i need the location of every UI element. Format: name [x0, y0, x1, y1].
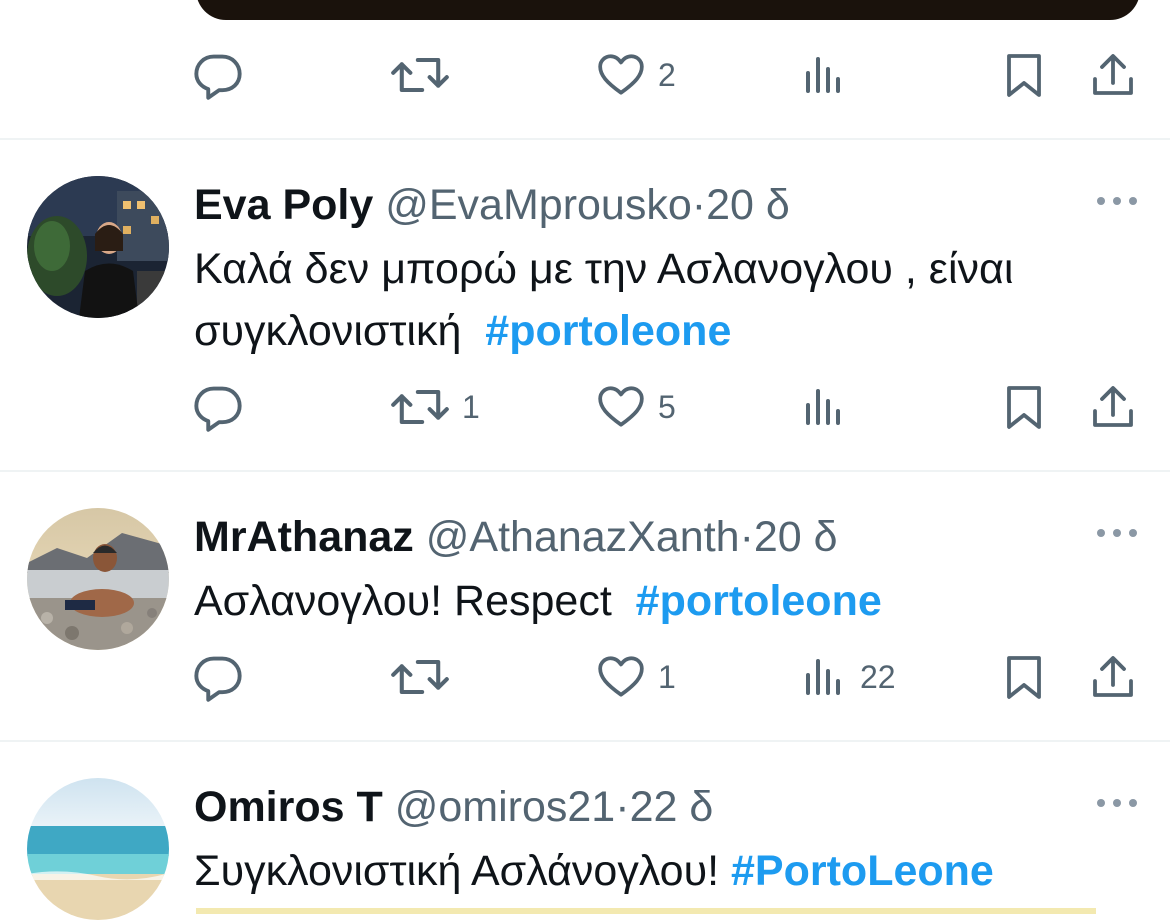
more-dots-icon[interactable]	[1093, 518, 1141, 548]
user-handle[interactable]: @AthanazXanth	[426, 513, 740, 561]
like-count: 1	[658, 658, 676, 695]
reply-icon	[192, 651, 244, 703]
tweet-actions: 1 22	[192, 642, 1142, 712]
tweet-actions: 1 5	[192, 372, 1142, 442]
display-name[interactable]: Eva Poly	[194, 181, 373, 229]
views-button[interactable]	[800, 40, 860, 110]
reply-icon	[192, 49, 244, 101]
timestamp[interactable]: 20 δ	[754, 513, 838, 561]
separator-dot: ·	[739, 513, 754, 561]
tweet-text: Ασλανογλου! Respect #portoleone	[194, 570, 1124, 632]
user-handle[interactable]: @omiros21	[395, 783, 616, 831]
display-name[interactable]: MrAthanaz	[194, 513, 414, 561]
retweet-button[interactable]	[390, 642, 462, 712]
avatar[interactable]	[27, 778, 169, 920]
heart-icon	[596, 382, 646, 432]
retweet-count: 1	[462, 388, 480, 425]
retweet-button[interactable]: 1	[390, 372, 480, 442]
bookmark-button[interactable]	[1000, 40, 1048, 110]
more-dots-icon[interactable]	[1093, 788, 1141, 818]
timestamp[interactable]: 20 δ	[706, 181, 790, 229]
reply-button[interactable]	[192, 40, 256, 110]
bar-chart-icon	[800, 383, 848, 431]
retweet-button[interactable]	[390, 40, 462, 110]
heart-icon	[596, 652, 646, 702]
bar-chart-icon	[800, 653, 848, 701]
display-name[interactable]: Omiros T	[194, 783, 383, 831]
reply-icon	[192, 381, 244, 433]
share-button[interactable]	[1089, 40, 1137, 110]
views-button[interactable]	[800, 372, 860, 442]
retweet-icon	[390, 49, 450, 101]
retweet-icon	[390, 381, 450, 433]
bookmark-icon	[1000, 50, 1048, 100]
reply-button[interactable]	[192, 642, 256, 712]
separator-dot: ·	[615, 783, 630, 831]
like-button[interactable]: 1	[596, 642, 676, 712]
previous-tweet-media[interactable]	[196, 0, 1140, 20]
separator-dot: ·	[691, 181, 707, 229]
reply-button[interactable]	[192, 372, 256, 442]
tweet-header: MrAthanaz @AthanazXanth·20 δ	[194, 512, 838, 562]
tweet-header: Eva Poly @EvaMprousko·20 δ	[194, 180, 790, 230]
tweet-body: Ασλανογλου! Respect	[194, 577, 612, 625]
bookmark-icon	[1000, 382, 1048, 432]
tweet-text: Καλά δεν μπορώ με την Ασλανογλου , είναι…	[194, 238, 1124, 362]
tweet-text: Συγκλονιστική Ασλάνογλου! #PortoLeone	[194, 840, 1124, 902]
more-dots-icon[interactable]	[1093, 186, 1141, 216]
tweet-body: Συγκλονιστική Ασλάνογλου!	[194, 847, 720, 895]
share-upload-icon	[1089, 382, 1137, 432]
timestamp[interactable]: 22 δ	[630, 783, 714, 831]
avatar[interactable]	[27, 508, 169, 650]
hashtag-link[interactable]: #PortoLeone	[731, 847, 994, 895]
bookmark-icon	[1000, 652, 1048, 702]
share-button[interactable]	[1089, 372, 1137, 442]
like-count: 5	[658, 388, 676, 425]
retweet-icon	[390, 651, 450, 703]
views-count: 22	[860, 658, 896, 695]
hashtag-link[interactable]: #portoleone	[636, 577, 882, 625]
like-button[interactable]: 2	[596, 40, 676, 110]
bookmark-button[interactable]	[1000, 372, 1048, 442]
top-tweet-actions: 2	[192, 40, 1142, 110]
heart-icon	[596, 50, 646, 100]
bar-chart-icon	[800, 51, 848, 99]
avatar[interactable]	[27, 176, 169, 318]
like-button[interactable]: 5	[596, 372, 676, 442]
media-preview-edge	[196, 908, 1096, 914]
share-upload-icon	[1089, 652, 1137, 702]
share-upload-icon	[1089, 50, 1137, 100]
separator	[0, 138, 1170, 140]
tweet-header: Omiros T @omiros21·22 δ	[194, 782, 713, 832]
share-button[interactable]	[1089, 642, 1137, 712]
separator	[0, 470, 1170, 472]
user-handle[interactable]: @EvaMprousko	[385, 181, 692, 229]
separator	[0, 740, 1170, 742]
like-count: 2	[658, 56, 676, 93]
hashtag-link[interactable]: #portoleone	[485, 307, 731, 355]
views-button[interactable]: 22	[800, 642, 896, 712]
bookmark-button[interactable]	[1000, 642, 1048, 712]
